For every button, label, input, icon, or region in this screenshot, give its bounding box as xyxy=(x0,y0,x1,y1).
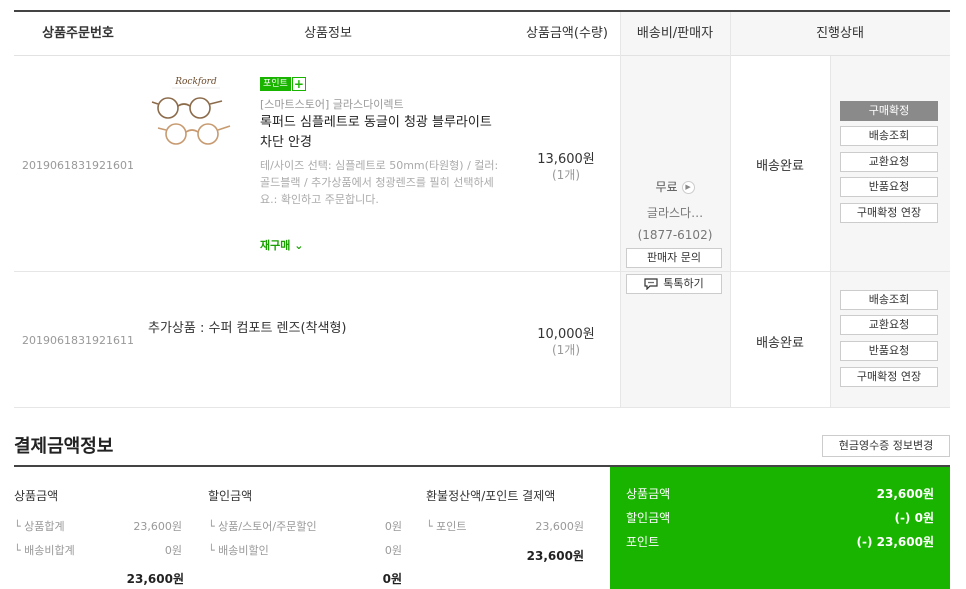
point-row-value: 23,600원 xyxy=(535,520,584,533)
confirm-purchase-button[interactable]: 구매확정 xyxy=(840,101,938,121)
item-quantity: (1개) xyxy=(551,168,581,182)
shipping-subtotal-value: 0원 xyxy=(164,544,182,557)
summary-product-label: 상품금액 xyxy=(626,487,671,501)
product-option: 테/사이즈 선택: 심플레트로 50mm(타원형) / 컬러: 골드블랙 / 추… xyxy=(260,159,499,206)
order-number: 2019061831921601 xyxy=(22,159,134,172)
payment-summary: 상품금액 23,600원 할인금액 (-) 0원 포인트 (-) 23,600원 xyxy=(610,467,950,589)
refund-point-label: 환불정산액/포인트 결제액 xyxy=(426,489,556,503)
payment-info: 상품금액 └ 상품합계 23,600원 └ 배송비합계 0원 23,600원 할… xyxy=(14,465,950,589)
summary-discount-label: 할인금액 xyxy=(626,511,671,525)
product-amount-label: 상품금액 xyxy=(14,489,59,503)
product-subtotal-label: └ 상품합계 xyxy=(14,520,65,533)
product-subtotal-value: 23,600원 xyxy=(133,520,182,533)
seller-name: 글라스다… xyxy=(646,206,704,220)
discount-amount-total: 0원 xyxy=(382,572,402,586)
point-label: 포인트 xyxy=(260,76,291,91)
store-name[interactable]: [스마트스토어] 글라스다이렉트 xyxy=(260,96,404,112)
cash-receipt-button[interactable]: 현금영수증 정보변경 xyxy=(822,435,950,457)
summary-point-value: (-) 23,600원 xyxy=(856,535,934,549)
product-name[interactable]: 록퍼드 심플레트로 동글이 청광 블루라이트 차단 안경 xyxy=(260,113,500,153)
header-status: 진행상태 xyxy=(816,26,864,41)
return-request-button[interactable]: 반품요청 xyxy=(840,341,938,361)
shipping-discount-value: 0원 xyxy=(384,544,402,557)
track-delivery-button[interactable]: 배송조회 xyxy=(840,290,938,310)
row-divider xyxy=(14,407,950,408)
arrow-right-icon[interactable]: ▶ xyxy=(681,181,695,194)
payment-title: 결제금액정보 xyxy=(14,436,114,457)
order-discount-value: 0원 xyxy=(384,520,402,533)
addon-product-name: 추가상품 : 수퍼 컴포트 렌즈(착색형) xyxy=(148,321,347,336)
divider xyxy=(830,56,831,408)
seller-inquiry-button[interactable]: 판매자 문의 xyxy=(626,248,722,268)
plus-icon: + xyxy=(291,76,306,91)
talktalk-button[interactable]: 톡톡하기 xyxy=(626,274,722,294)
header-shipping: 배송비/판매자 xyxy=(636,26,714,41)
status-label: 배송완료 xyxy=(756,336,804,351)
item-quantity: (1개) xyxy=(551,343,581,357)
shipping-discount-label: └ 배송비할인 xyxy=(208,544,269,557)
status-label: 배송완료 xyxy=(756,159,804,174)
order-number: 2019061831921611 xyxy=(22,334,134,347)
header-product: 상품정보 xyxy=(304,26,352,41)
order-table: 상품주문번호 상품정보 상품금액(수량) 배송비/판매자 진행상태 201906… xyxy=(14,10,950,408)
table-header: 상품주문번호 상품정보 상품금액(수량) 배송비/판매자 진행상태 xyxy=(14,12,950,56)
shipping-fee-label: 무료 xyxy=(655,180,678,194)
header-price: 상품금액(수량) xyxy=(526,26,608,41)
track-delivery-button[interactable]: 배송조회 xyxy=(840,126,938,146)
summary-discount-value: (-) 0원 xyxy=(894,511,934,525)
point-row-label: └ 포인트 xyxy=(426,520,467,533)
return-request-button[interactable]: 반품요청 xyxy=(840,177,938,197)
refund-point-total: 23,600원 xyxy=(526,549,584,563)
shipping-fee[interactable]: 무료 ▶ xyxy=(620,178,730,195)
row-divider xyxy=(14,271,950,272)
product-amount-total: 23,600원 xyxy=(126,572,184,586)
chat-icon xyxy=(644,278,658,290)
summary-product-value: 23,600원 xyxy=(876,487,934,501)
product-thumbnail[interactable]: Rockford xyxy=(148,74,240,154)
svg-text:Rockford: Rockford xyxy=(174,77,217,87)
extend-confirm-button[interactable]: 구매확정 연장 xyxy=(840,367,938,387)
order-discount-label: └ 상품/스토어/주문할인 xyxy=(208,520,317,533)
rebuy-button[interactable]: 재구매 ⌄ xyxy=(260,237,303,253)
item-price: 10,000원 xyxy=(537,327,595,342)
discount-amount-label: 할인금액 xyxy=(208,489,253,503)
header-order-no: 상품주문번호 xyxy=(42,26,114,41)
item-price: 13,600원 xyxy=(537,152,595,167)
shipping-subtotal-label: └ 배송비합계 xyxy=(14,544,75,557)
point-badge: 포인트 + xyxy=(260,76,306,91)
exchange-request-button[interactable]: 교환요청 xyxy=(840,315,938,335)
talktalk-label: 톡톡하기 xyxy=(663,277,704,290)
seller-phone: (1877-6102) xyxy=(637,228,713,242)
extend-confirm-button[interactable]: 구매확정 연장 xyxy=(840,203,938,223)
summary-point-label: 포인트 xyxy=(626,535,660,549)
exchange-request-button[interactable]: 교환요청 xyxy=(840,152,938,172)
